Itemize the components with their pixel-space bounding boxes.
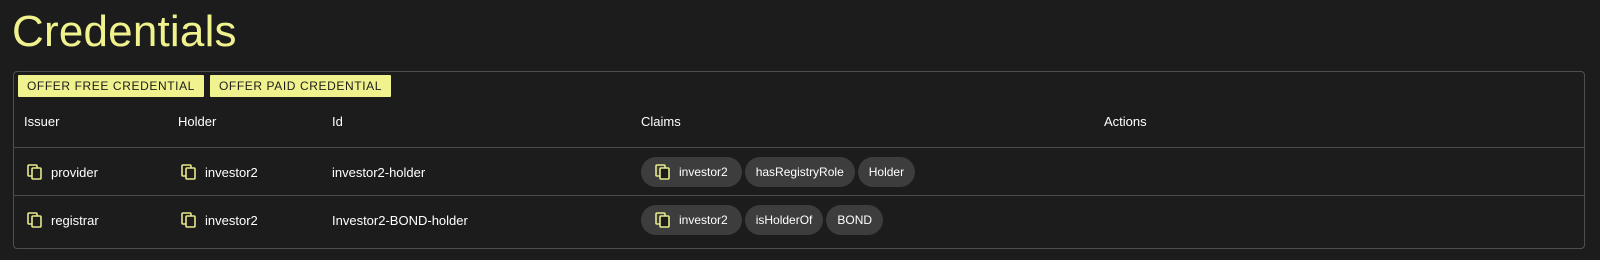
holder-cell: investor2 bbox=[181, 148, 258, 196]
claim-chips: investor2 isHolderOf BOND bbox=[641, 205, 884, 235]
copy-icon[interactable] bbox=[655, 164, 670, 180]
issuer-value: registrar bbox=[51, 212, 99, 228]
claim-chip-predicate: hasRegistryRole bbox=[744, 157, 855, 187]
claim-subject: investor2 bbox=[679, 165, 728, 179]
claim-chip-object: BOND bbox=[826, 205, 884, 235]
claim-chips: investor2 hasRegistryRole Holder bbox=[641, 157, 916, 187]
id-cell: investor2-holder bbox=[332, 148, 425, 196]
claim-chip-object: Holder bbox=[857, 157, 916, 187]
copy-icon[interactable] bbox=[27, 212, 42, 228]
holder-value: investor2 bbox=[205, 164, 258, 180]
offer-paid-credential-button[interactable]: OFFER PAID CREDENTIAL bbox=[209, 75, 392, 97]
holder-value: investor2 bbox=[205, 212, 258, 228]
claims-cell: investor2 hasRegistryRole Holder bbox=[641, 148, 916, 196]
id-value: investor2-holder bbox=[332, 164, 426, 180]
id-cell: Investor2-BOND-holder bbox=[332, 196, 468, 244]
table-toolbar: OFFER FREE CREDENTIAL OFFER PAID CREDENT… bbox=[18, 75, 392, 97]
claim-chip-subject: investor2 bbox=[641, 157, 742, 187]
holder-cell: investor2 bbox=[181, 196, 258, 244]
copy-icon[interactable] bbox=[655, 212, 670, 228]
issuer-cell: provider bbox=[27, 148, 98, 196]
id-value: Investor2-BOND-holder bbox=[332, 212, 468, 228]
column-header-issuer[interactable]: Issuer bbox=[24, 114, 59, 129]
table-row: registrar investor2 Investor2-BOND-holde… bbox=[14, 196, 1584, 244]
table-row: provider investor2 investor2-holder inve… bbox=[14, 148, 1584, 196]
copy-icon[interactable] bbox=[181, 212, 196, 228]
copy-icon[interactable] bbox=[181, 164, 196, 180]
page-title: Credentials bbox=[12, 7, 237, 56]
column-header-holder[interactable]: Holder bbox=[178, 114, 216, 129]
table-header: Issuer Holder Id Claims Actions bbox=[14, 100, 1584, 148]
offer-free-credential-button[interactable]: OFFER FREE CREDENTIAL bbox=[18, 75, 204, 97]
issuer-value: provider bbox=[51, 164, 98, 180]
column-header-actions: Actions bbox=[1104, 114, 1147, 129]
credentials-table-panel: OFFER FREE CREDENTIAL OFFER PAID CREDENT… bbox=[13, 71, 1585, 249]
issuer-cell: registrar bbox=[27, 196, 99, 244]
claim-chip-subject: investor2 bbox=[641, 205, 742, 235]
column-header-id[interactable]: Id bbox=[332, 114, 343, 129]
copy-icon[interactable] bbox=[27, 164, 42, 180]
claim-chip-predicate: isHolderOf bbox=[744, 205, 824, 235]
claims-cell: investor2 isHolderOf BOND bbox=[641, 196, 884, 244]
column-header-claims[interactable]: Claims bbox=[641, 114, 681, 129]
claim-subject: investor2 bbox=[679, 213, 728, 227]
